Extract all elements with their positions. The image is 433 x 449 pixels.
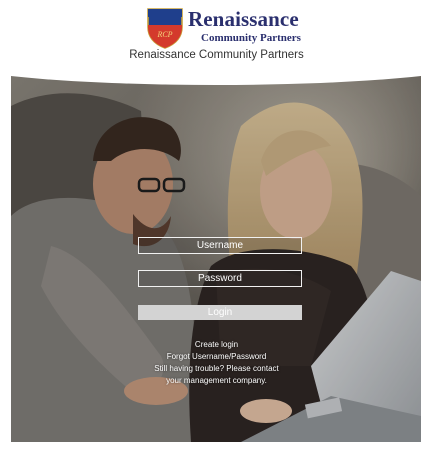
- login-button[interactable]: Login: [138, 305, 302, 320]
- forgot-credentials-link[interactable]: Forgot Username/Password: [0, 352, 433, 362]
- login-page: RCP Renaissance Community Partners Renai…: [0, 0, 433, 449]
- help-text-line-2: your management company.: [166, 376, 267, 385]
- site-title: Renaissance Community Partners: [129, 49, 304, 61]
- shield-logo-icon: RCP: [147, 8, 183, 49]
- help-text-line-1: Still having trouble? Please contact: [154, 364, 279, 373]
- username-input[interactable]: [138, 237, 302, 254]
- brand-logo[interactable]: RCP Renaissance Community Partners: [146, 7, 306, 49]
- create-login-link[interactable]: Create login: [0, 340, 433, 350]
- site-header: RCP Renaissance Community Partners Renai…: [0, 0, 433, 66]
- hero-top-curve: [11, 66, 421, 85]
- logo-subtitle: Community Partners: [201, 32, 301, 44]
- logo-initials: RCP: [156, 30, 172, 39]
- logo-name: Renaissance: [188, 7, 299, 31]
- password-input[interactable]: [138, 270, 302, 287]
